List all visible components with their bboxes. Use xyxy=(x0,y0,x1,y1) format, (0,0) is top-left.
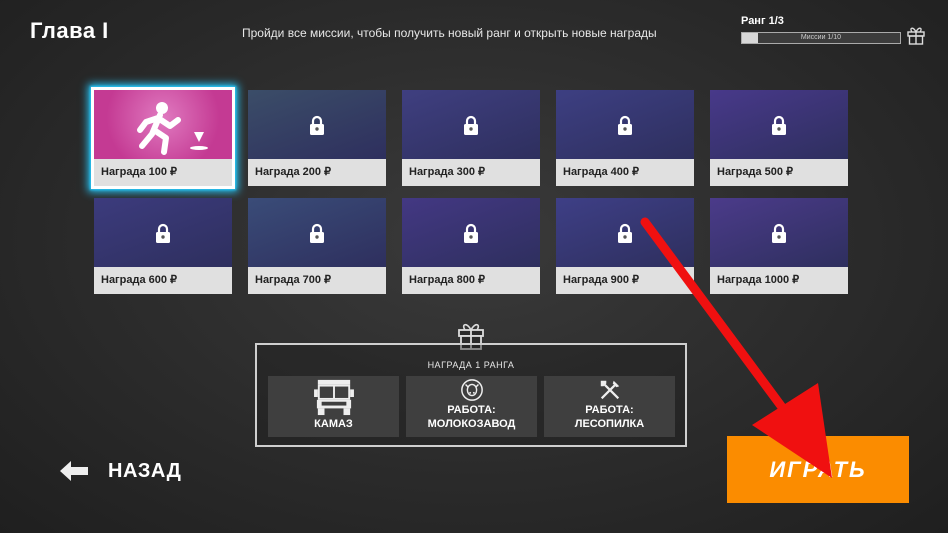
lock-icon xyxy=(772,115,786,135)
lock-icon xyxy=(310,223,324,243)
mission-card[interactable]: Награда 800 ₽ xyxy=(402,198,540,294)
mission-reward-label: Награда 300 ₽ xyxy=(409,166,486,178)
back-button-label: НАЗАД xyxy=(108,459,182,482)
mission-card[interactable]: Награда 100 ₽ xyxy=(91,87,235,189)
reward-item-sawmill[interactable]: РАБОТА: ЛЕСОПИЛКА xyxy=(544,376,675,437)
lock-icon xyxy=(464,223,478,243)
rank-label: Ранг 1/3 xyxy=(741,15,784,27)
progress-text: Миссии 1/10 xyxy=(800,34,842,41)
mission-reward-label: Награда 200 ₽ xyxy=(255,166,332,178)
lock-icon xyxy=(310,115,324,135)
cow-icon xyxy=(460,379,483,401)
mission-reward-label: Награда 400 ₽ xyxy=(563,166,640,178)
mission-reward-label: Награда 1000 ₽ xyxy=(717,274,800,286)
back-button[interactable]: НАЗАД xyxy=(60,455,181,487)
mission-art xyxy=(248,198,386,267)
arrow-left-icon xyxy=(60,461,88,481)
mission-card[interactable]: Награда 400 ₽ xyxy=(556,90,694,186)
mission-art xyxy=(402,198,540,267)
reward-item-kamaz[interactable]: КАМАЗ xyxy=(268,376,399,437)
mission-reward-label: Награда 500 ₽ xyxy=(717,166,794,178)
mission-card[interactable]: Награда 300 ₽ xyxy=(402,90,540,186)
mission-card[interactable]: Награда 1000 ₽ xyxy=(710,198,848,294)
reward-item-label: РАБОТА: ЛЕСОПИЛКА xyxy=(574,404,645,430)
play-button-label: ИГРАТЬ xyxy=(769,456,867,482)
mission-card[interactable]: Награда 600 ₽ xyxy=(94,198,232,294)
reward-item-label: КАМАЗ xyxy=(314,418,353,430)
mission-art xyxy=(94,90,232,159)
mission-art xyxy=(94,198,232,267)
mission-art xyxy=(556,90,694,159)
missions-progress-bar: Миссии 1/10 xyxy=(741,32,901,44)
mission-card[interactable]: Награда 200 ₽ xyxy=(248,90,386,186)
reward-item-label: РАБОТА: МОЛОКОЗАВОД xyxy=(427,404,516,430)
rank-box: Ранг 1/3 Миссии 1/10 xyxy=(741,15,925,45)
mission-art xyxy=(248,90,386,159)
chapter-subtitle: Пройди все миссии, чтобы получить новый … xyxy=(242,26,657,40)
mission-art xyxy=(402,90,540,159)
reward-item-dairy[interactable]: РАБОТА: МОЛОКОЗАВОД xyxy=(406,376,537,437)
lock-icon xyxy=(618,115,632,135)
lock-icon xyxy=(772,223,786,243)
mission-reward-label: Награда 100 ₽ xyxy=(101,166,178,178)
mission-reward-label: Награда 800 ₽ xyxy=(409,274,486,286)
mission-card[interactable]: Награда 900 ₽ xyxy=(556,198,694,294)
runner-icon xyxy=(137,102,208,155)
mission-reward-label: Награда 600 ₽ xyxy=(101,274,178,286)
truck-icon xyxy=(313,379,354,416)
mission-card[interactable]: Награда 500 ₽ xyxy=(710,90,848,186)
play-button[interactable]: ИГРАТЬ xyxy=(727,436,909,503)
mission-art xyxy=(710,90,848,159)
lock-icon xyxy=(618,223,632,243)
mission-reward-label: Награда 700 ₽ xyxy=(255,274,332,286)
mission-art xyxy=(556,198,694,267)
mission-reward-label: Награда 900 ₽ xyxy=(563,274,640,286)
lock-icon xyxy=(156,223,170,243)
mission-art xyxy=(710,198,848,267)
tools-icon xyxy=(600,380,619,400)
gift-icon[interactable] xyxy=(907,25,925,45)
lock-icon xyxy=(464,115,478,135)
mission-card[interactable]: Награда 700 ₽ xyxy=(248,198,386,294)
rank-reward-title: НАГРАДА 1 РАНГА xyxy=(427,360,515,370)
chapter-title: Глава I xyxy=(30,18,109,43)
